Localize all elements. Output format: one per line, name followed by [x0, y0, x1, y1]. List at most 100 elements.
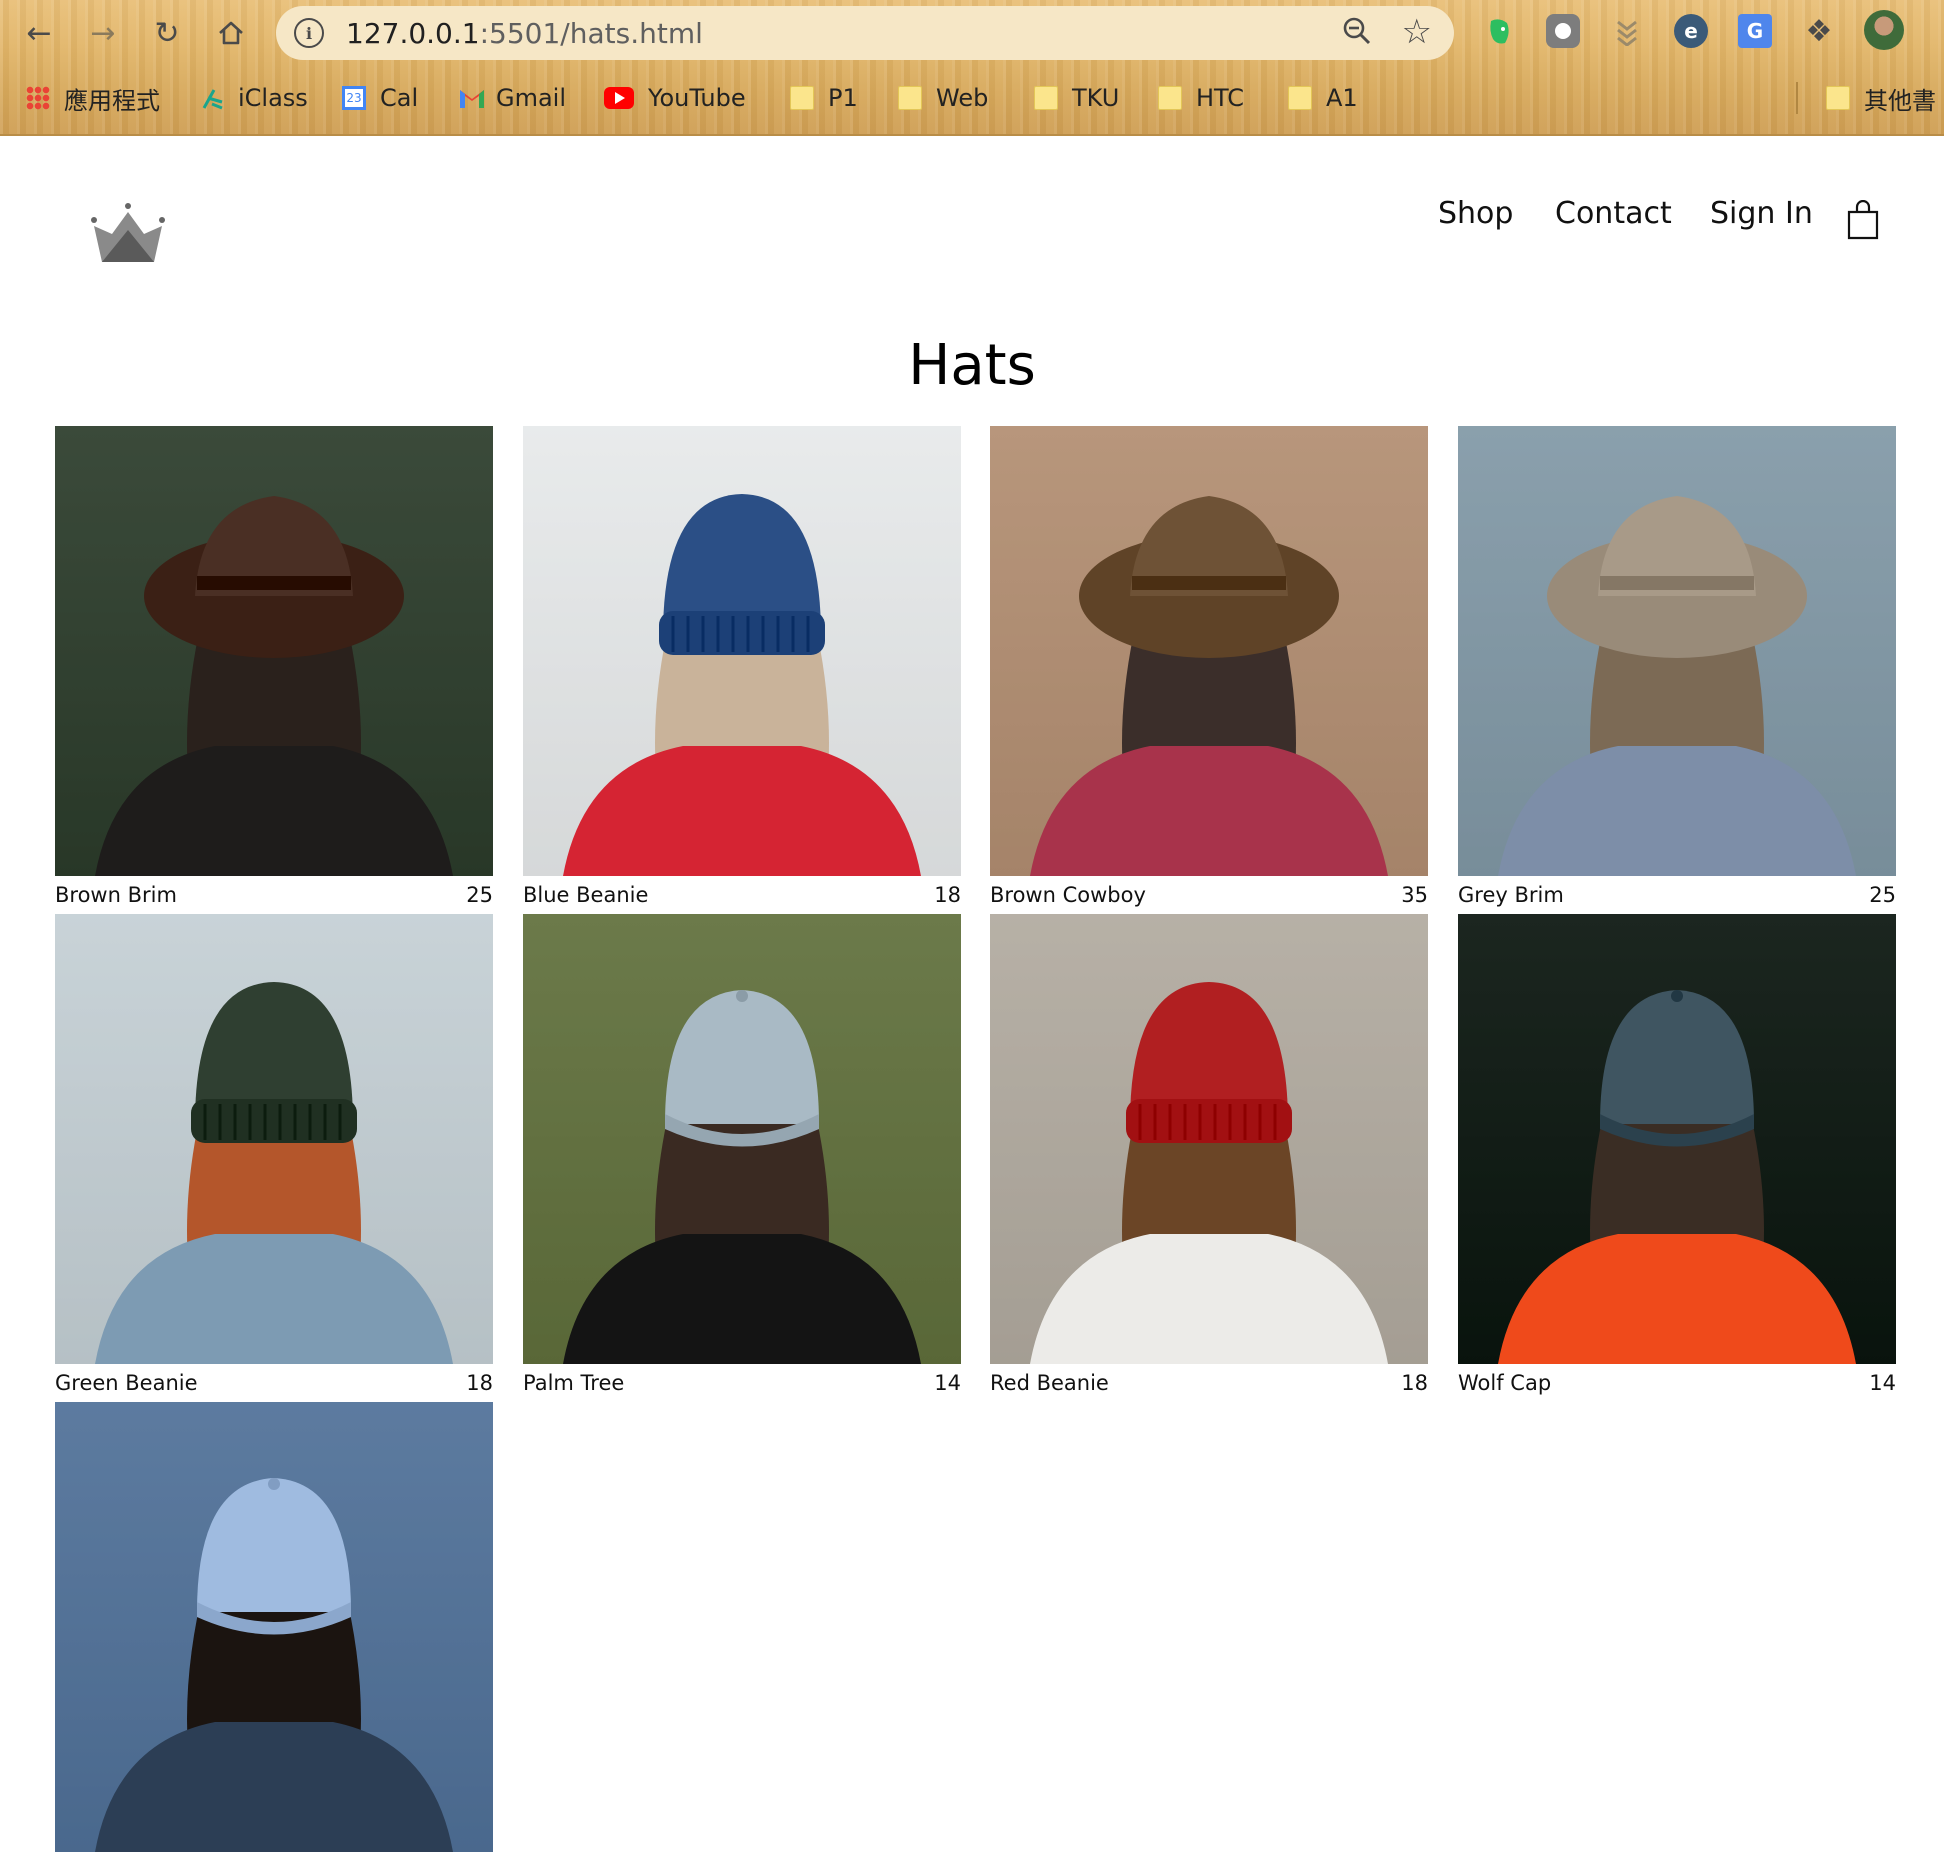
- product-caption: Blue Beanie 18: [523, 876, 961, 914]
- product-card[interactable]: Blue Beanie 18: [523, 426, 961, 914]
- hat-photo-illustration: [55, 426, 493, 876]
- bookmark-apps[interactable]: 應用程式: [26, 76, 160, 120]
- bookmark-label: Web: [936, 84, 989, 112]
- profile-avatar[interactable]: [1864, 10, 1904, 50]
- crown-logo-icon[interactable]: [88, 200, 168, 266]
- nav-contact-link[interactable]: Contact: [1555, 196, 1672, 231]
- bookmark-label: TKU: [1072, 84, 1120, 112]
- product-image[interactable]: [55, 914, 493, 1364]
- product-card[interactable]: Brown Brim 25: [55, 426, 493, 914]
- product-caption: Grey Brim 25: [1458, 876, 1896, 914]
- calendar-icon: 23: [342, 86, 366, 110]
- bookmark-cal[interactable]: 23 Cal: [342, 76, 418, 120]
- google-translate-icon[interactable]: G: [1738, 14, 1772, 48]
- product-card[interactable]: Brown Cowboy 35: [990, 426, 1428, 914]
- iclass-icon: [200, 86, 224, 110]
- bookmark-label: P1: [828, 84, 858, 112]
- bookmark-iclass[interactable]: iClass: [200, 76, 308, 120]
- product-image[interactable]: [1458, 914, 1896, 1364]
- apps-grid-icon: [26, 86, 50, 110]
- hat-photo-illustration: [523, 426, 961, 876]
- product-name: Brown Brim: [55, 883, 177, 907]
- site-info-icon[interactable]: i: [294, 18, 324, 48]
- address-bar[interactable]: i 127.0.0.1:5501/hats.html ☆: [276, 6, 1454, 60]
- product-name: Green Beanie: [55, 1371, 198, 1395]
- product-image[interactable]: [1458, 426, 1896, 876]
- browser-chrome: ← → ↻ i 127.0.0.1:5501/hats.html ☆ e G ❖…: [0, 0, 1944, 136]
- folder-icon: [1826, 86, 1850, 110]
- product-card[interactable]: Red Beanie 18: [990, 914, 1428, 1402]
- bookmark-label: A1: [1326, 84, 1358, 112]
- product-caption: Palm Tree 14: [523, 1364, 961, 1402]
- bookmark-folder-a1[interactable]: A1: [1288, 76, 1358, 120]
- url-host: 127.0.0.1: [346, 16, 480, 50]
- product-card[interactable]: Green Beanie 18: [55, 914, 493, 1402]
- home-icon[interactable]: [208, 10, 254, 56]
- reload-icon[interactable]: ↻: [144, 10, 190, 56]
- product-card[interactable]: Grey Brim 25: [1458, 426, 1896, 914]
- product-image[interactable]: [990, 914, 1428, 1364]
- bookmark-folder-p1[interactable]: P1: [790, 76, 858, 120]
- chevrons-extension-icon[interactable]: [1610, 14, 1644, 48]
- bookmark-star-icon[interactable]: ☆: [1402, 12, 1432, 52]
- hat-photo-illustration: [1458, 914, 1896, 1364]
- back-arrow-icon[interactable]: ←: [16, 10, 62, 56]
- product-caption: Brown Brim 25: [55, 876, 493, 914]
- bookmark-gmail[interactable]: Gmail: [458, 76, 566, 120]
- bookmarks-bar: 應用程式 iClass 23 Cal Gmail YouTube P1 Web …: [0, 76, 1944, 120]
- nav-sign-in-link[interactable]: Sign In: [1710, 196, 1813, 231]
- product-name: Grey Brim: [1458, 883, 1564, 907]
- bookmark-folder-web[interactable]: Web: [898, 76, 988, 120]
- product-price: 18: [466, 1371, 493, 1395]
- product-price: 18: [1401, 1371, 1428, 1395]
- product-price: 25: [1869, 883, 1896, 907]
- product-card[interactable]: Wolf Cap 14: [1458, 914, 1896, 1402]
- gmail-icon: [458, 86, 484, 110]
- bookmarks-separator: [1796, 82, 1798, 114]
- bookmark-folder-htc[interactable]: HTC: [1158, 76, 1244, 120]
- nav-shop-link[interactable]: Shop: [1438, 196, 1513, 231]
- product-name: Wolf Cap: [1458, 1371, 1552, 1395]
- product-price: 18: [934, 883, 961, 907]
- forward-arrow-icon[interactable]: →: [80, 10, 126, 56]
- youtube-icon: [604, 87, 634, 109]
- product-caption: Green Beanie 18: [55, 1364, 493, 1402]
- hat-photo-illustration: [990, 914, 1428, 1364]
- bookmark-folder-tku[interactable]: TKU: [1034, 76, 1119, 120]
- product-image[interactable]: [990, 426, 1428, 876]
- puzzle-extensions-icon[interactable]: ❖: [1802, 14, 1836, 49]
- bookmark-label: HTC: [1196, 84, 1245, 112]
- product-image[interactable]: [55, 1402, 493, 1852]
- product-name: Palm Tree: [523, 1371, 625, 1395]
- lightbulb-extension-icon[interactable]: [1546, 14, 1580, 48]
- bookmark-label: Gmail: [496, 84, 567, 112]
- product-name: Brown Cowboy: [990, 883, 1146, 907]
- e-extension-icon[interactable]: e: [1674, 14, 1708, 48]
- product-caption: Brown Cowboy 35: [990, 876, 1428, 914]
- bookmark-youtube[interactable]: YouTube: [604, 76, 746, 120]
- hat-photo-illustration: [1458, 426, 1896, 876]
- evernote-extension-icon[interactable]: [1482, 14, 1516, 48]
- hat-photo-illustration: [990, 426, 1428, 876]
- folder-icon: [1034, 86, 1058, 110]
- bookmark-label: 應用程式: [64, 86, 160, 115]
- hat-photo-illustration: [55, 914, 493, 1364]
- bookmark-label: Cal: [380, 84, 419, 112]
- product-card[interactable]: [55, 1402, 493, 1852]
- bookmark-folder-other[interactable]: 其他書: [1826, 76, 1936, 120]
- page-title: Hats: [908, 333, 1036, 398]
- hat-photo-illustration: [523, 914, 961, 1364]
- product-price: 35: [1401, 883, 1428, 907]
- product-image[interactable]: [55, 426, 493, 876]
- product-image[interactable]: [523, 914, 961, 1364]
- bookmark-label: 其他書: [1864, 86, 1936, 115]
- shopping-bag-icon[interactable]: [1846, 199, 1880, 240]
- zoom-icon[interactable]: [1342, 16, 1372, 53]
- url-text[interactable]: 127.0.0.1:5501/hats.html: [346, 17, 703, 50]
- folder-icon: [1288, 86, 1312, 110]
- bookmark-label: YouTube: [648, 84, 746, 112]
- hat-photo-illustration: [55, 1402, 493, 1852]
- folder-icon: [790, 86, 814, 110]
- product-card[interactable]: Palm Tree 14: [523, 914, 961, 1402]
- product-image[interactable]: [523, 426, 961, 876]
